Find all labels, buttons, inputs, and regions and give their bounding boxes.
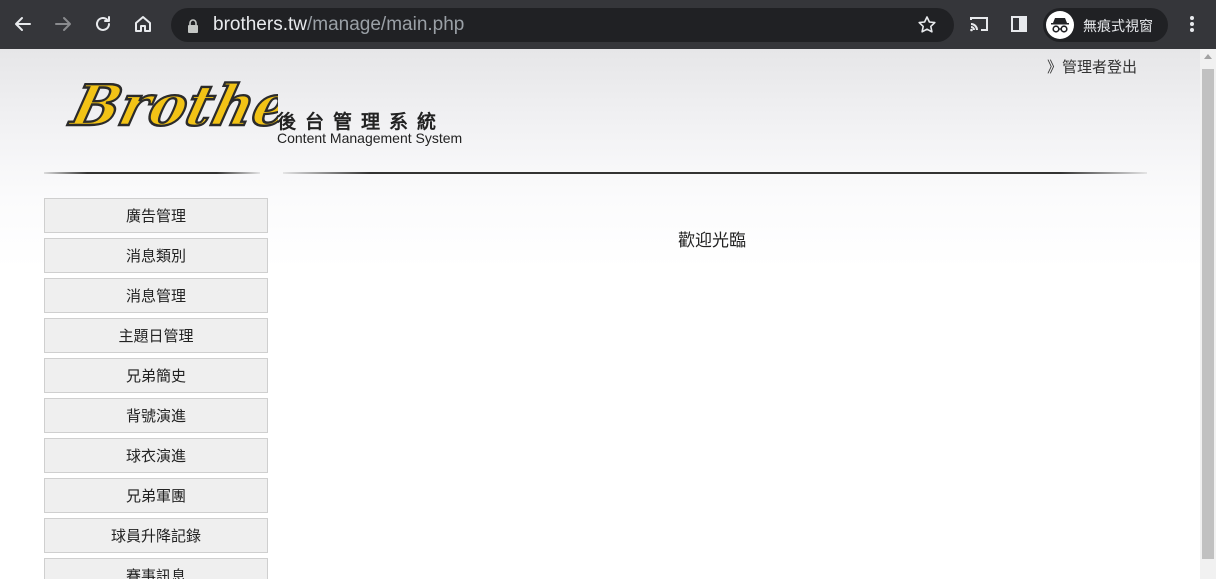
menu-item-theme-days[interactable]: 主題日管理: [44, 318, 268, 353]
logo-wordmark: Brothers: [63, 74, 278, 139]
menu-item-team[interactable]: 兄弟軍團: [44, 478, 268, 513]
url-text[interactable]: brothers.tw/manage/main.php: [213, 14, 464, 36]
scroll-thumb[interactable]: [1202, 69, 1214, 559]
forward-arrow-icon[interactable]: [49, 10, 77, 38]
address-bar[interactable]: brothers.tw/manage/main.php: [171, 8, 954, 42]
reload-icon[interactable]: [89, 10, 117, 38]
more-vert-icon[interactable]: [1178, 10, 1206, 38]
side-panel-icon[interactable]: [1005, 10, 1033, 38]
incognito-icon: [1046, 11, 1074, 39]
browser-toolbar: brothers.tw/manage/main.php 無痕式視窗: [0, 0, 1216, 49]
cast-icon[interactable]: [965, 10, 993, 38]
menu-item-ads[interactable]: 廣告管理: [44, 198, 268, 233]
welcome-text: 歡迎光臨: [678, 231, 746, 251]
cms-title-en: Content Management System: [277, 130, 463, 146]
header-divider-left: [44, 172, 260, 174]
incognito-label: 無痕式視窗: [1083, 19, 1153, 35]
page-content: Brothers 後台管理系統 Content Management Syste…: [0, 49, 1200, 579]
brothers-logo: Brothers: [62, 63, 360, 149]
incognito-profile-button[interactable]: 無痕式視窗: [1043, 8, 1168, 42]
sidebar-menu: 廣告管理 消息類別 消息管理 主題日管理 兄弟簡史 背號演進 球衣演進 兄弟軍團…: [44, 198, 268, 579]
home-icon[interactable]: [129, 10, 157, 38]
scroll-up-arrow-icon[interactable]: [1204, 54, 1212, 59]
lock-icon[interactable]: [187, 18, 199, 37]
header-divider-right: [283, 172, 1147, 174]
menu-item-news[interactable]: 消息管理: [44, 278, 268, 313]
menu-item-game-info[interactable]: 賽事訊息: [44, 558, 268, 579]
menu-item-player-moves[interactable]: 球員升降記錄: [44, 518, 268, 553]
menu-item-number-evolution[interactable]: 背號演進: [44, 398, 268, 433]
menu-item-jersey-evolution[interactable]: 球衣演進: [44, 438, 268, 473]
back-arrow-icon[interactable]: [9, 10, 37, 38]
logout-link[interactable]: 》管理者登出: [1047, 56, 1137, 77]
star-icon[interactable]: [917, 15, 937, 39]
menu-item-history[interactable]: 兄弟簡史: [44, 358, 268, 393]
menu-item-news-categories[interactable]: 消息類別: [44, 238, 268, 273]
vertical-scrollbar[interactable]: [1200, 49, 1216, 579]
